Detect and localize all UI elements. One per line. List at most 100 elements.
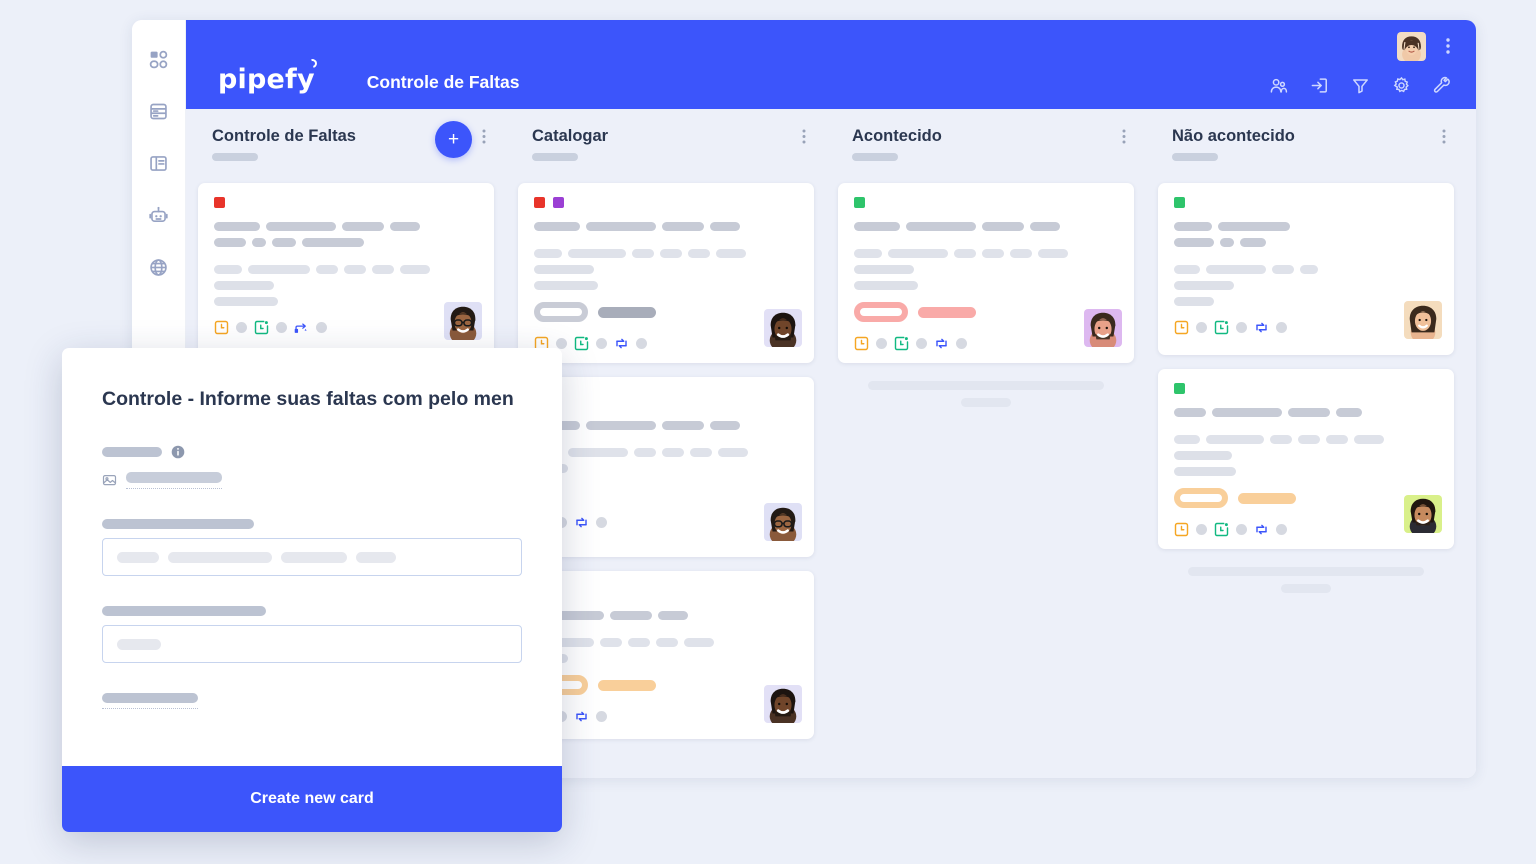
board-title: Controle de Faltas <box>366 72 520 92</box>
kanban-card[interactable] <box>198 183 494 356</box>
footer-dot <box>1236 524 1247 535</box>
kanban-card[interactable] <box>518 377 814 557</box>
modal-field-group-2 <box>102 606 522 664</box>
sidebar-item-database[interactable] <box>146 98 172 124</box>
card-footer-icons <box>854 336 1118 351</box>
sidebar-item-dashboard[interactable] <box>146 46 172 72</box>
avatar-glasses-woman <box>444 302 482 340</box>
database-icon <box>150 103 167 119</box>
flow-blue-icon[interactable] <box>294 320 309 335</box>
modal-label-row <box>102 445 522 459</box>
sidebar-item-layout[interactable] <box>146 150 172 176</box>
modal-attachment-row[interactable] <box>102 472 522 490</box>
kanban-card[interactable] <box>518 183 814 363</box>
board-column-acontecido: Acontecido <box>826 127 1146 778</box>
sync-blue-icon[interactable] <box>1254 320 1269 335</box>
column-kebab-menu[interactable] <box>482 129 486 149</box>
column-loading-skeleton <box>838 381 1134 407</box>
filter-icon[interactable] <box>1351 76 1370 95</box>
label-chip-green <box>1174 383 1185 394</box>
badge-bar <box>918 306 976 318</box>
settings-gear-icon[interactable] <box>1392 76 1411 95</box>
pipefy-logo[interactable]: pipefy <box>218 57 319 93</box>
column-count-skeleton <box>532 153 578 162</box>
avatar-bearded-man <box>764 309 802 347</box>
footer-dot <box>1196 322 1207 333</box>
members-icon[interactable] <box>1269 76 1288 95</box>
label-chip-red <box>534 197 545 208</box>
sync-blue-icon[interactable] <box>1254 522 1269 537</box>
footer-dot <box>236 322 247 333</box>
kanban-card[interactable] <box>1158 369 1454 549</box>
column-cards <box>198 183 494 356</box>
wrench-tools-icon[interactable] <box>1433 76 1452 95</box>
footer-dot <box>916 338 927 349</box>
column-title: Catalogar <box>532 127 609 145</box>
footer-dot <box>1196 524 1207 535</box>
kanban-card[interactable] <box>1158 183 1454 355</box>
clock-orange-icon[interactable] <box>1174 320 1189 335</box>
footer-dot <box>596 338 607 349</box>
modal-body: Controle - Informe suas faltas com pelo … <box>62 348 562 766</box>
column-count-skeleton <box>1172 153 1218 162</box>
label-chip-green <box>854 197 865 208</box>
footer-dot <box>956 338 967 349</box>
layout-panel-icon <box>150 155 167 171</box>
card-assignee-avatar[interactable] <box>764 309 802 347</box>
modal-field-group-3 <box>102 693 522 714</box>
sync-blue-icon[interactable] <box>574 709 589 724</box>
sync-blue-icon[interactable] <box>934 336 949 351</box>
column-title: Acontecido <box>852 127 942 145</box>
clock-orange-icon[interactable] <box>854 336 869 351</box>
footer-dot <box>276 322 287 333</box>
card-badge <box>534 675 798 695</box>
header-user-avatar[interactable] <box>1397 32 1426 61</box>
card-footer-icons <box>534 515 798 530</box>
column-kebab-menu[interactable] <box>802 129 806 149</box>
calendar-check-green-icon[interactable] <box>1214 522 1229 537</box>
column-cards <box>838 183 1134 363</box>
badge-pill-pink <box>854 302 908 322</box>
info-icon[interactable] <box>171 445 185 459</box>
sidebar-item-portal[interactable] <box>146 254 172 280</box>
calendar-check-green-icon[interactable] <box>574 336 589 351</box>
kebab-dots-icon <box>482 129 486 144</box>
header-toolbar <box>1269 76 1452 95</box>
card-assignee-avatar[interactable] <box>444 302 482 340</box>
inbox-import-icon[interactable] <box>1310 76 1329 95</box>
column-header: Não acontecido <box>1158 127 1454 183</box>
modal-input-2[interactable] <box>102 625 522 664</box>
column-title: Não acontecido <box>1172 127 1295 145</box>
footer-dot <box>596 711 607 722</box>
calendar-check-green-icon[interactable] <box>1214 320 1229 335</box>
picture-icon <box>102 473 117 488</box>
column-kebab-menu[interactable] <box>1122 129 1126 149</box>
kanban-card[interactable] <box>838 183 1134 363</box>
calendar-check-green-icon[interactable] <box>894 336 909 351</box>
modal-field-group-1 <box>102 519 522 577</box>
column-kebab-menu[interactable] <box>1442 129 1446 149</box>
sync-blue-icon[interactable] <box>614 336 629 351</box>
sync-blue-icon[interactable] <box>574 515 589 530</box>
card-assignee-avatar[interactable] <box>1404 495 1442 533</box>
calendar-check-green-icon[interactable] <box>254 320 269 335</box>
card-assignee-avatar[interactable] <box>764 503 802 541</box>
card-label-chips <box>534 197 798 208</box>
column-title: Controle de Faltas <box>212 127 356 145</box>
kebab-dots-icon <box>802 129 806 144</box>
header-kebab-menu[interactable] <box>1446 38 1450 59</box>
card-assignee-avatar[interactable] <box>1084 309 1122 347</box>
badge-bar <box>1238 492 1296 504</box>
column-cards <box>518 183 814 739</box>
label-chip-purple <box>553 197 564 208</box>
badge-bar <box>598 306 656 318</box>
clock-orange-icon[interactable] <box>1174 522 1189 537</box>
card-assignee-avatar[interactable] <box>1404 301 1442 339</box>
modal-input-1[interactable] <box>102 538 522 577</box>
create-new-card-button[interactable]: Create new card <box>62 766 562 832</box>
clock-orange-icon[interactable] <box>214 320 229 335</box>
card-assignee-avatar[interactable] <box>764 685 802 723</box>
add-card-button[interactable]: + <box>435 121 472 158</box>
kanban-card[interactable] <box>518 571 814 739</box>
sidebar-item-automations[interactable] <box>146 202 172 228</box>
